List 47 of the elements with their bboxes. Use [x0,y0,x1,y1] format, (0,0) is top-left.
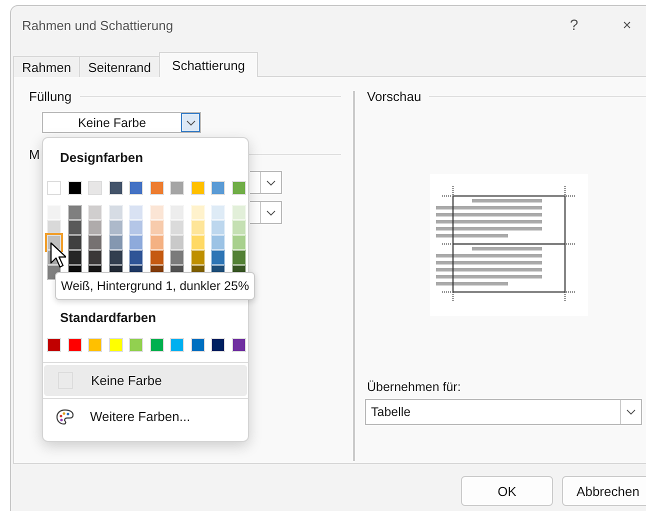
color-swatch[interactable] [211,338,225,352]
pointer-icon [50,242,66,268]
color-swatch[interactable] [68,338,82,352]
color-swatch[interactable] [88,181,102,195]
tab[interactable]: Rahmen [13,56,80,77]
help-button[interactable]: ? [554,16,594,34]
close-button[interactable]: × [607,16,646,34]
tooltip: Weiß, Hintergrund 1, dunkler 25% [55,272,256,300]
dropdown-field[interactable] [250,171,282,194]
group-label: M [29,147,40,162]
dropdown-field[interactable] [250,201,282,224]
color-swatch[interactable] [232,338,246,352]
color-swatch[interactable] [232,181,246,195]
color-swatch[interactable] [47,181,61,195]
more-colors-item[interactable]: Weitere Farben... [44,401,247,432]
apply-to-dropdown[interactable]: Tabelle [365,399,642,425]
dialog-button[interactable]: Abbrechen [562,476,646,506]
color-swatch[interactable] [108,338,122,352]
field-label: Übernehmen für: [367,380,462,394]
tab[interactable]: Schattierung [159,52,258,77]
color-swatch[interactable] [68,181,82,195]
chevron-down-icon [626,409,636,415]
fill-dropdown[interactable]: Keine Farbe [42,112,201,133]
color-swatch[interactable] [47,338,61,352]
chevron-down-icon [266,180,276,186]
color-swatch[interactable] [108,181,122,195]
window-title: Rahmen und Schattierung [22,18,174,32]
color-swatch[interactable] [190,338,204,352]
group-label: Füllung [29,89,72,104]
tab[interactable]: Seitenrand [79,56,160,77]
dialog-button[interactable]: OK [461,476,553,506]
color-swatch[interactable] [190,181,204,195]
chevron-down-icon [266,210,276,216]
color-swatch[interactable] [88,338,102,352]
palette-icon [56,408,74,424]
color-swatch[interactable] [150,181,164,195]
color-swatch[interactable] [129,338,143,352]
group-label: Vorschau [367,89,422,104]
color-swatch[interactable] [170,181,184,195]
color-swatch[interactable] [211,181,225,195]
chevron-down-icon [186,120,196,126]
color-swatch[interactable] [150,338,164,352]
color-swatch[interactable] [129,181,143,195]
section-heading: Standardfarben [59,310,156,325]
section-heading: Designfarben [59,149,144,165]
color-swatch[interactable] [170,338,184,352]
no-color-item[interactable]: Keine Farbe [44,365,247,396]
